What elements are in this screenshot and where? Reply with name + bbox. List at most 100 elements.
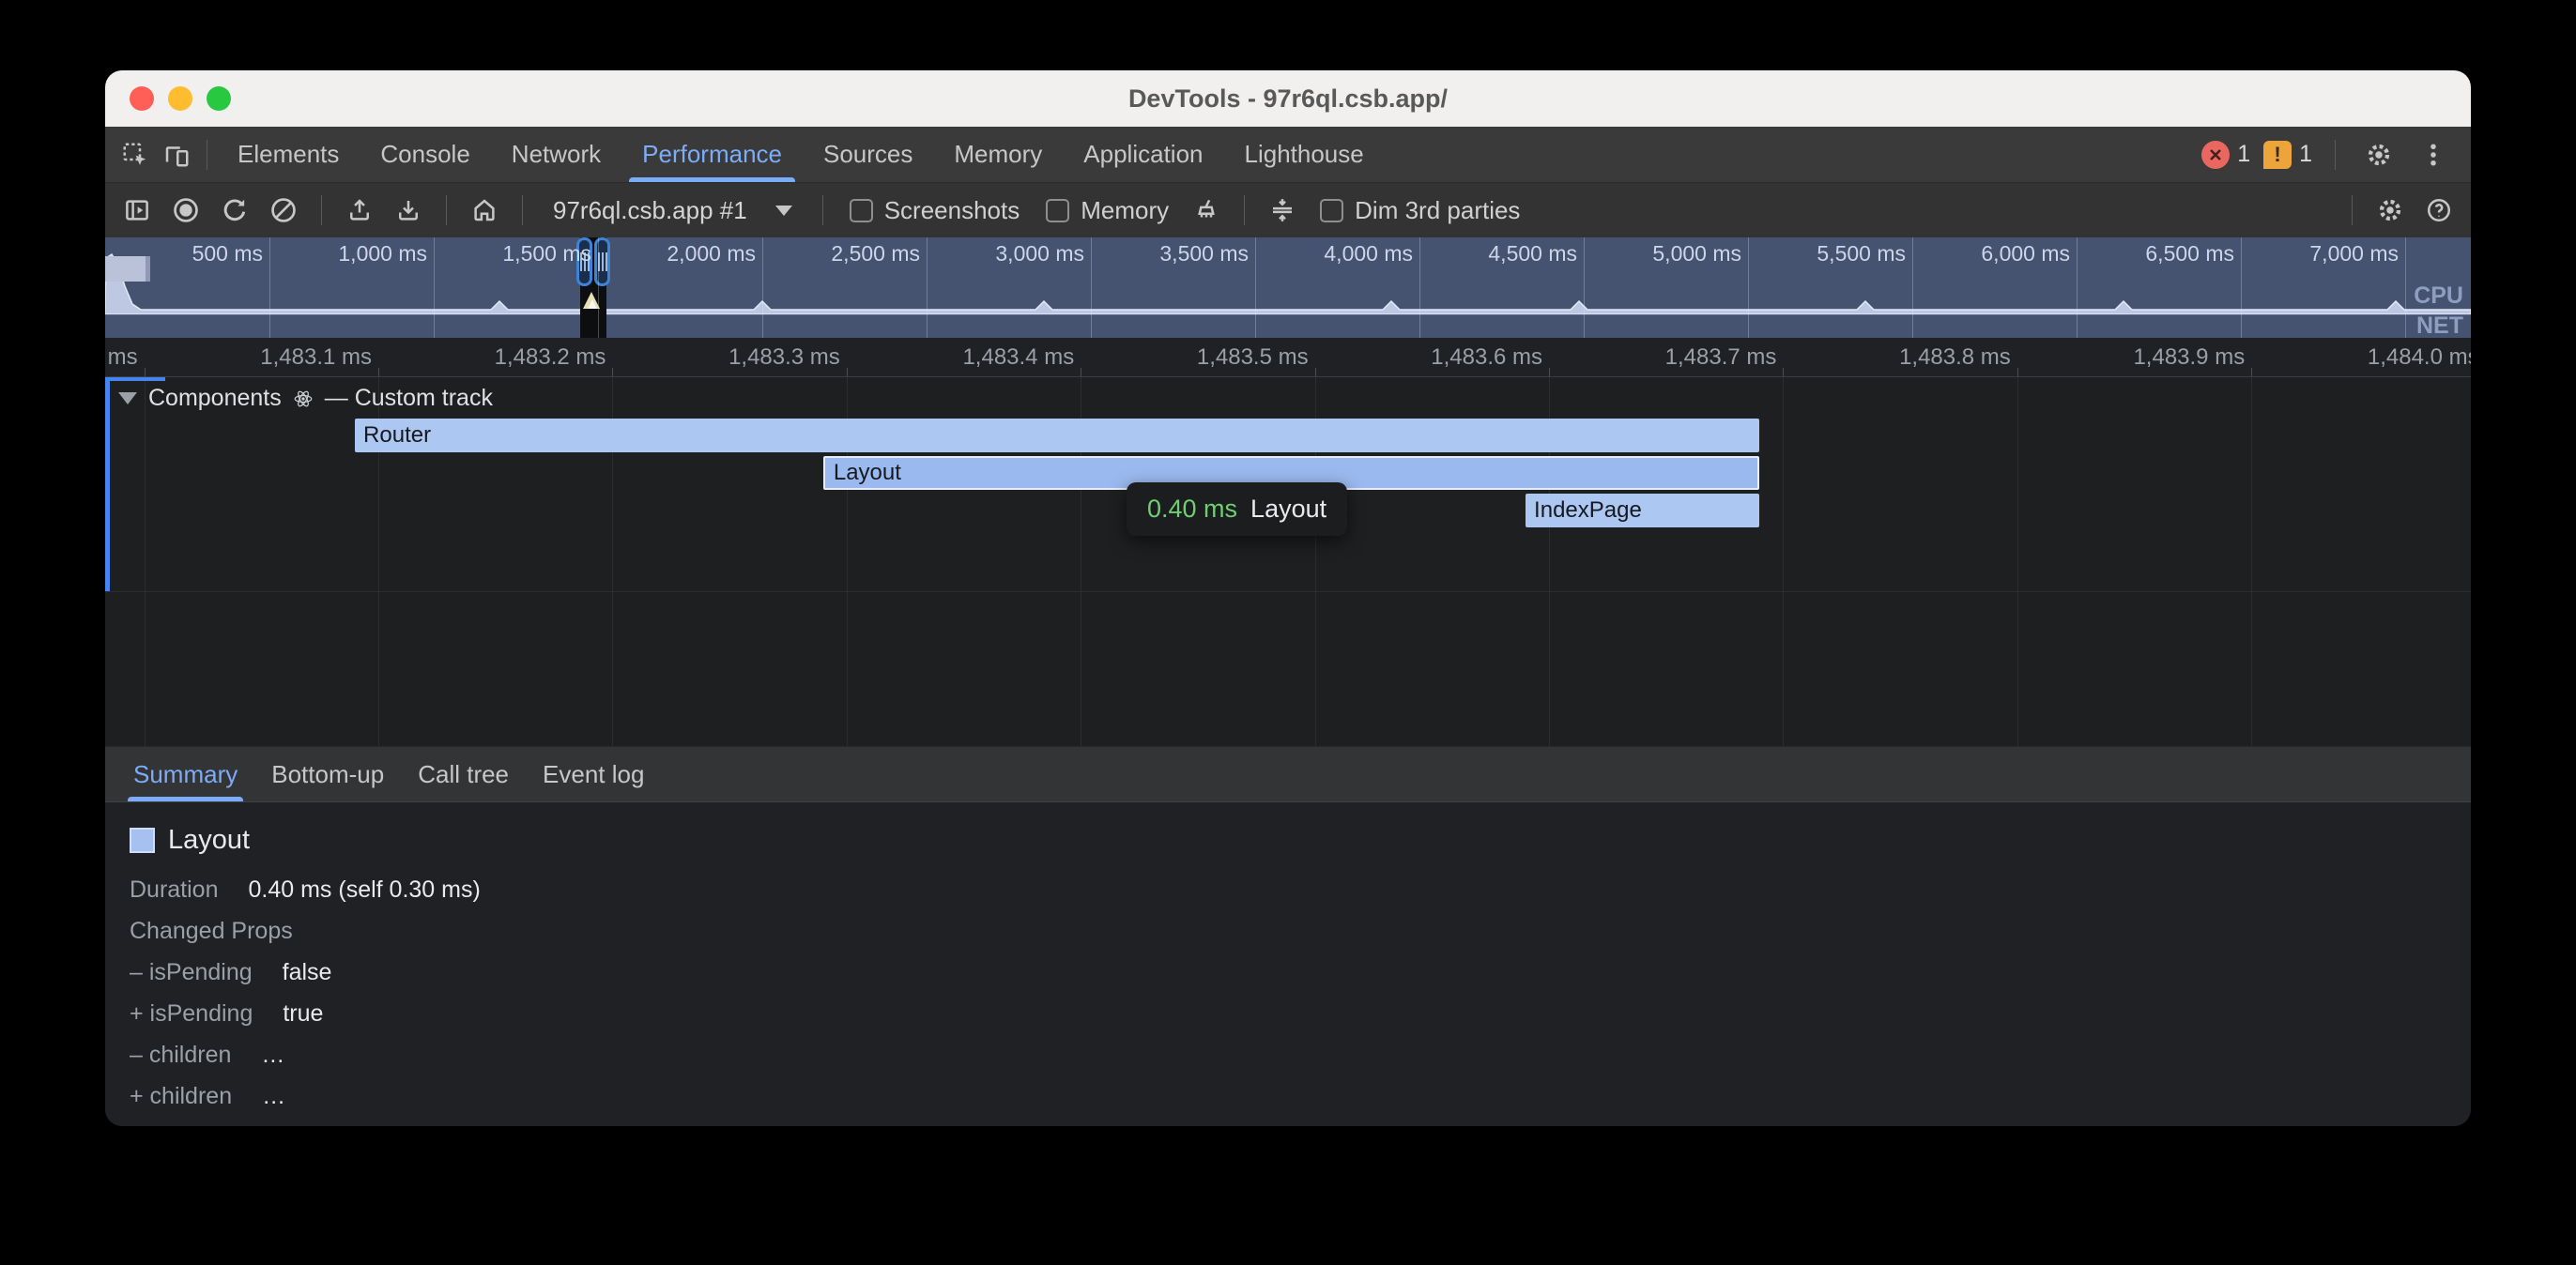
dim-3rd-parties-checkbox[interactable] bbox=[1320, 199, 1343, 222]
summary-row: Changed Props bbox=[130, 919, 2471, 944]
track-header[interactable]: Components — Custom track bbox=[118, 385, 493, 412]
track-subtitle: — Custom track bbox=[325, 385, 493, 412]
dim-3rd-parties-toggle[interactable]: Dim 3rd parties bbox=[1311, 196, 1529, 225]
divider bbox=[2352, 195, 2353, 225]
net-lane-label: NET bbox=[2416, 312, 2463, 338]
memory-toggle[interactable]: Memory bbox=[1036, 196, 1178, 225]
overview-tick-label: 3,000 ms bbox=[943, 241, 1084, 267]
ruler-tick-label: 1,483.2 ms bbox=[371, 344, 606, 371]
help-icon[interactable] bbox=[2418, 190, 2460, 231]
issue-icon: ! bbox=[2263, 141, 2292, 169]
panel-tab[interactable]: Memory bbox=[933, 127, 1063, 182]
download-profile-icon[interactable] bbox=[388, 190, 429, 231]
issues-badge[interactable]: ! 1 bbox=[2263, 141, 2312, 169]
selection-handle-right[interactable] bbox=[594, 237, 610, 286]
inspect-element-icon[interactable] bbox=[115, 134, 156, 175]
tooltip-duration: 0.40 ms bbox=[1147, 495, 1237, 524]
panel-tab[interactable]: Sources bbox=[803, 127, 933, 182]
panel-tab[interactable]: Network bbox=[491, 127, 621, 182]
overview-tick-label: 2,500 ms bbox=[779, 241, 920, 267]
overview-gridline bbox=[2241, 237, 2242, 338]
ruler-tick-label: 1,484.0 ms bbox=[2245, 344, 2471, 371]
device-toolbar-icon[interactable] bbox=[156, 134, 197, 175]
panel-tab[interactable]: Lighthouse bbox=[1224, 127, 1385, 182]
overview-gridline bbox=[1912, 237, 1913, 338]
window-title: DevTools - 97r6ql.csb.app/ bbox=[1128, 84, 1448, 114]
timeline-overview[interactable]: CPU NET 500 ms1,000 ms1,500 ms2,000 ms2,… bbox=[105, 237, 2471, 338]
home-icon[interactable] bbox=[464, 190, 505, 231]
titlebar: DevTools - 97r6ql.csb.app/ bbox=[105, 70, 2471, 127]
ruler-tick-label: 1,483.8 ms bbox=[1776, 344, 2011, 371]
performance-toolbar: 97r6ql.csb.app #1 Screenshots Memory bbox=[105, 183, 2471, 237]
overview-tick-label: 6,000 ms bbox=[1929, 241, 2070, 267]
summary-row: Duration 0.40 ms (self 0.30 ms) bbox=[130, 877, 2471, 903]
cpu-net-divider bbox=[105, 314, 2471, 315]
ruler-tick-label: 1,483.7 ms bbox=[1541, 344, 1776, 371]
overview-tick-label: 1,500 ms bbox=[451, 241, 591, 267]
flame-chart[interactable]: Components — Custom track Router Layout In… bbox=[105, 377, 2471, 746]
flame-bar-indexpage[interactable]: IndexPage bbox=[1526, 494, 1759, 527]
upload-profile-icon[interactable] bbox=[339, 190, 380, 231]
overview-tick-label: 3,500 ms bbox=[1108, 241, 1249, 267]
detail-time-ruler[interactable]: 1,483.0 ms1,483.1 ms1,483.2 ms1,483.3 ms… bbox=[105, 338, 2471, 377]
overview-gridline bbox=[2405, 237, 2406, 338]
collapse-icon[interactable] bbox=[1262, 190, 1303, 231]
track-title: Components bbox=[148, 385, 282, 412]
zoom-window-button[interactable] bbox=[207, 86, 231, 111]
divider bbox=[522, 195, 523, 225]
ruler-tick-label: 1,483.9 ms bbox=[2010, 344, 2245, 371]
event-color-swatch bbox=[130, 828, 155, 853]
overview-tick-label: 5,500 ms bbox=[1765, 241, 1906, 267]
selection-activity-spike-inner bbox=[588, 299, 597, 309]
overview-tick-label: 5,000 ms bbox=[1601, 241, 1741, 267]
overview-gridline bbox=[762, 237, 763, 338]
flame-gridline bbox=[145, 377, 146, 746]
panel-tab[interactable]: Performance bbox=[621, 127, 803, 182]
overview-gridline bbox=[1584, 237, 1585, 338]
close-window-button[interactable] bbox=[130, 86, 154, 111]
summary-title: Layout bbox=[168, 825, 250, 856]
overview-gridline bbox=[1748, 237, 1749, 338]
error-badge[interactable]: 1 bbox=[2201, 141, 2250, 169]
ruler-tick-label: 1,483.6 ms bbox=[1308, 344, 1542, 371]
memory-checkbox[interactable] bbox=[1046, 199, 1069, 222]
devtools-tabbar: Elements Console Network Performance Sou… bbox=[105, 127, 2471, 183]
clear-icon[interactable] bbox=[263, 190, 304, 231]
kebab-menu-icon[interactable] bbox=[2413, 134, 2454, 175]
overview-gridline bbox=[1091, 237, 1092, 338]
flame-gridline bbox=[1783, 377, 1784, 746]
minimize-window-button[interactable] bbox=[168, 86, 192, 111]
record-and-reload-icon[interactable] bbox=[214, 190, 255, 231]
screenshots-checkbox[interactable] bbox=[850, 199, 873, 222]
overview-tick-label: 1,000 ms bbox=[286, 241, 427, 267]
overview-tick-label: 4,000 ms bbox=[1272, 241, 1413, 267]
record-icon[interactable] bbox=[165, 190, 207, 231]
details-tab[interactable]: Summary bbox=[116, 747, 254, 801]
track-bottom-divider bbox=[105, 591, 2471, 592]
flame-gridline bbox=[2017, 377, 2018, 746]
settings-gear-icon[interactable] bbox=[2358, 134, 2400, 175]
panel-tab[interactable]: Application bbox=[1063, 127, 1223, 182]
overview-gridline bbox=[598, 237, 599, 338]
overview-gridline bbox=[269, 237, 270, 338]
tooltip-event-name: Layout bbox=[1250, 495, 1326, 524]
overview-gridline bbox=[2077, 237, 2078, 338]
overview-tick-label: 2,000 ms bbox=[615, 241, 756, 267]
capture-settings-gear-icon[interactable] bbox=[2369, 190, 2411, 231]
screenshots-toggle[interactable]: Screenshots bbox=[840, 196, 1030, 225]
panel-tab[interactable]: Elements bbox=[217, 127, 360, 182]
details-tab[interactable]: Call tree bbox=[401, 747, 526, 801]
target-select[interactable]: 97r6ql.csb.app #1 bbox=[540, 190, 805, 231]
collect-garbage-icon[interactable] bbox=[1186, 190, 1227, 231]
chevron-down-icon[interactable] bbox=[118, 392, 137, 404]
flame-bar-router[interactable]: Router bbox=[355, 419, 1759, 452]
details-tab[interactable]: Bottom-up bbox=[254, 747, 401, 801]
flame-gridline bbox=[2251, 377, 2252, 746]
details-tab[interactable]: Event log bbox=[526, 747, 661, 801]
panel-tab[interactable]: Console bbox=[360, 127, 490, 182]
overview-tick-label: 7,000 ms bbox=[2258, 241, 2399, 267]
caret-down-icon bbox=[775, 206, 792, 216]
overview-tick-label: 500 ms bbox=[122, 241, 263, 267]
show-sidebar-icon[interactable] bbox=[116, 190, 158, 231]
track-selection-border-top bbox=[105, 377, 165, 381]
